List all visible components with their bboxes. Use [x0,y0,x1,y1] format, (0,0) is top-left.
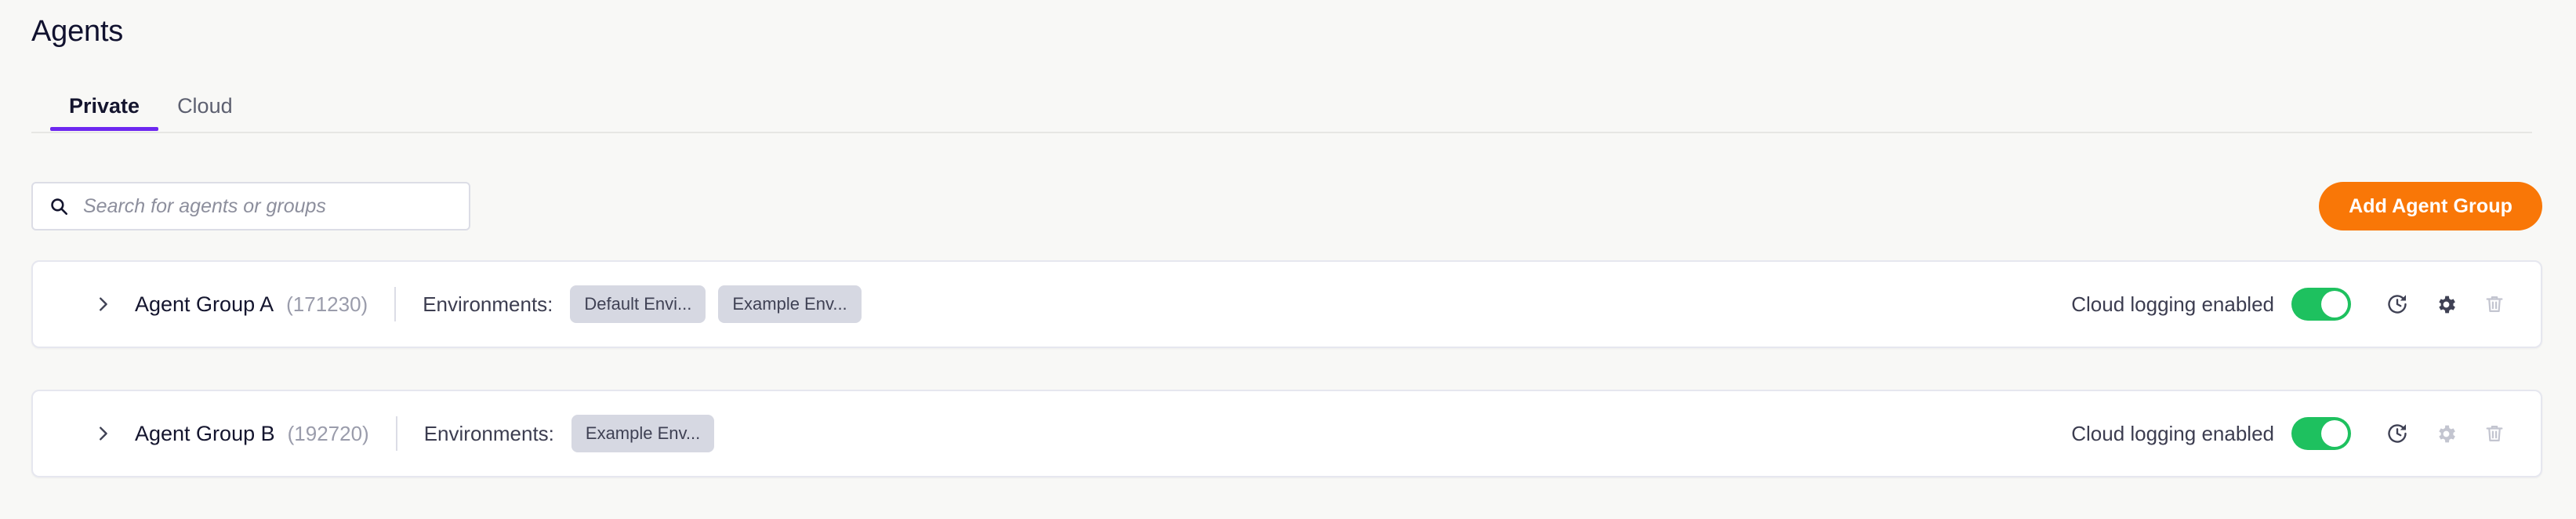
chevron-right-icon[interactable] [94,425,111,442]
environments-label: Environments: [423,292,553,316]
search-input[interactable] [83,194,453,218]
chevron-right-icon[interactable] [94,296,111,313]
agent-group-identity: Agent Group B (192720) [135,422,369,446]
environments-label: Environments: [423,421,554,445]
search-box[interactable] [31,182,470,230]
gear-icon[interactable] [2422,280,2470,328]
tab-private[interactable]: Private [50,96,159,131]
agent-group-id: (192720) [287,421,369,445]
trash-icon [2470,409,2519,458]
toggle-knob [2321,291,2348,318]
tab-bar: Private Cloud [31,96,2532,133]
add-agent-group-button[interactable]: Add Agent Group [2319,182,2542,230]
page-title: Agents [31,15,124,48]
cloud-logging-label: Cloud logging enabled [2071,421,2274,445]
environment-chip[interactable]: Example Env... [718,285,862,323]
divider [394,287,397,321]
history-restore-icon[interactable] [2373,409,2422,458]
toggle-knob [2321,420,2348,447]
environment-chip[interactable]: Default Envi... [570,285,706,323]
agent-group-list: Agent Group A (171230) Environments: Def… [31,260,2542,519]
toolbar: Add Agent Group [31,182,2542,235]
search-icon [49,196,69,216]
cloud-logging-label: Cloud logging enabled [2071,292,2274,316]
agent-group-identity: Agent Group A (171230) [135,292,368,317]
environment-chip-list: Default Envi... Example Env... [570,285,862,323]
agent-group-name: Agent Group B [135,421,275,445]
gear-icon [2422,409,2470,458]
divider [395,416,397,451]
agent-group-row[interactable]: Agent Group A (171230) Environments: Def… [31,260,2542,348]
tab-cloud[interactable]: Cloud [158,96,252,129]
agent-group-name: Agent Group A [135,292,274,316]
agent-group-actions: Cloud logging enabled [2071,280,2519,328]
history-restore-icon[interactable] [2373,280,2422,328]
trash-icon [2470,280,2519,328]
cloud-logging-toggle[interactable] [2291,288,2351,321]
environment-chip-list: Example Env... [571,415,715,452]
cloud-logging-toggle[interactable] [2291,417,2351,450]
agent-group-row[interactable]: Agent Group B (192720) Environments: Exa… [31,390,2542,477]
agent-group-id: (171230) [286,292,368,316]
agent-group-actions: Cloud logging enabled [2071,409,2519,458]
agents-page: Agents Private Cloud Add Agent Group [0,0,2576,513]
environment-chip[interactable]: Example Env... [571,415,715,452]
